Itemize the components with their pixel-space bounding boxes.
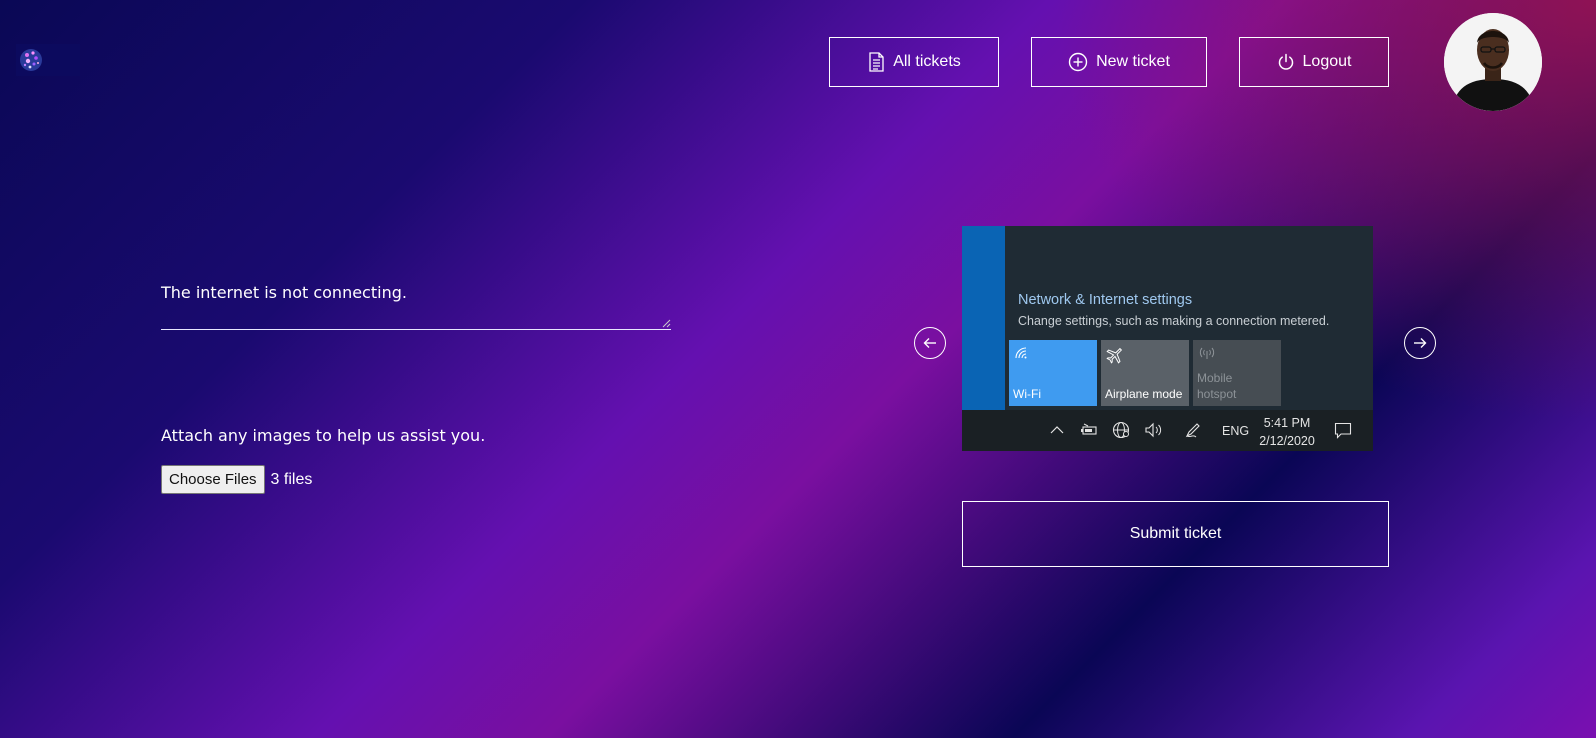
airplane-mode-tile: Airplane mode — [1101, 340, 1189, 406]
attach-images-label: Attach any images to help us assist you. — [161, 426, 486, 445]
logout-label: Logout — [1302, 53, 1352, 70]
power-icon — [1278, 53, 1293, 70]
network-settings-subtitle: Change settings, such as making a connec… — [1018, 314, 1330, 328]
wifi-tile-label: Wi-Fi — [1013, 387, 1041, 401]
file-count-text: 3 files — [270, 470, 313, 488]
arrow-left-icon — [923, 338, 936, 348]
taskbar-clock: 5:41 PM 2/12/2020 — [1252, 414, 1322, 450]
new-ticket-button[interactable]: New ticket — [1031, 37, 1207, 87]
issue-description-textarea[interactable]: The internet is not connecting. — [161, 283, 671, 330]
carousel-next-button[interactable] — [1404, 327, 1436, 359]
volume-icon — [1145, 422, 1162, 438]
user-photo-icon — [1444, 13, 1542, 111]
notifications-icon — [1334, 422, 1352, 439]
network-settings-title: Network & Internet settings — [1018, 292, 1193, 308]
logo-mark-icon — [20, 49, 42, 71]
windows-taskbar: ENG 5:41 PM 2/12/2020 — [962, 410, 1373, 451]
accent-strip — [962, 226, 1005, 410]
pen-icon — [1185, 423, 1200, 438]
attached-image-preview: Network & Internet settings Change setti… — [962, 226, 1373, 451]
battery-icon — [1081, 423, 1097, 435]
wifi-icon — [1015, 347, 1027, 359]
issue-description-value: The internet is not connecting. — [161, 283, 407, 302]
logo[interactable] — [16, 44, 80, 76]
new-ticket-label: New ticket — [1096, 53, 1170, 70]
taskbar-time: 5:41 PM — [1263, 416, 1311, 430]
globe-icon — [1112, 421, 1130, 439]
avatar[interactable] — [1444, 13, 1542, 111]
document-icon — [869, 52, 884, 72]
hotspot-icon — [1199, 347, 1215, 359]
chevron-up-icon — [1050, 426, 1064, 434]
logout-button[interactable]: Logout — [1239, 37, 1389, 87]
resize-grip-icon[interactable] — [662, 319, 671, 328]
plus-circle-icon — [1068, 52, 1088, 72]
file-input[interactable]: Choose Files 3 files — [161, 465, 312, 494]
airplane-mode-tile-label: Airplane mode — [1105, 387, 1183, 401]
wifi-tile: Wi-Fi — [1009, 340, 1097, 406]
submit-ticket-button[interactable]: Submit ticket — [962, 501, 1389, 567]
hotspot-label-line-1: Mobile — [1197, 371, 1233, 385]
language-indicator: ENG — [1222, 424, 1250, 438]
mobile-hotspot-tile-label: Mobile hotspot — [1197, 370, 1236, 402]
airplane-icon — [1106, 347, 1123, 364]
all-tickets-label: All tickets — [893, 53, 961, 70]
arrow-right-icon — [1414, 338, 1427, 348]
all-tickets-button[interactable]: All tickets — [829, 37, 999, 87]
carousel-prev-button[interactable] — [914, 327, 946, 359]
choose-files-button[interactable]: Choose Files — [161, 465, 265, 494]
hotspot-label-line-2: hotspot — [1197, 387, 1237, 401]
taskbar-date: 2/12/2020 — [1259, 434, 1315, 448]
mobile-hotspot-tile: Mobile hotspot — [1193, 340, 1281, 406]
